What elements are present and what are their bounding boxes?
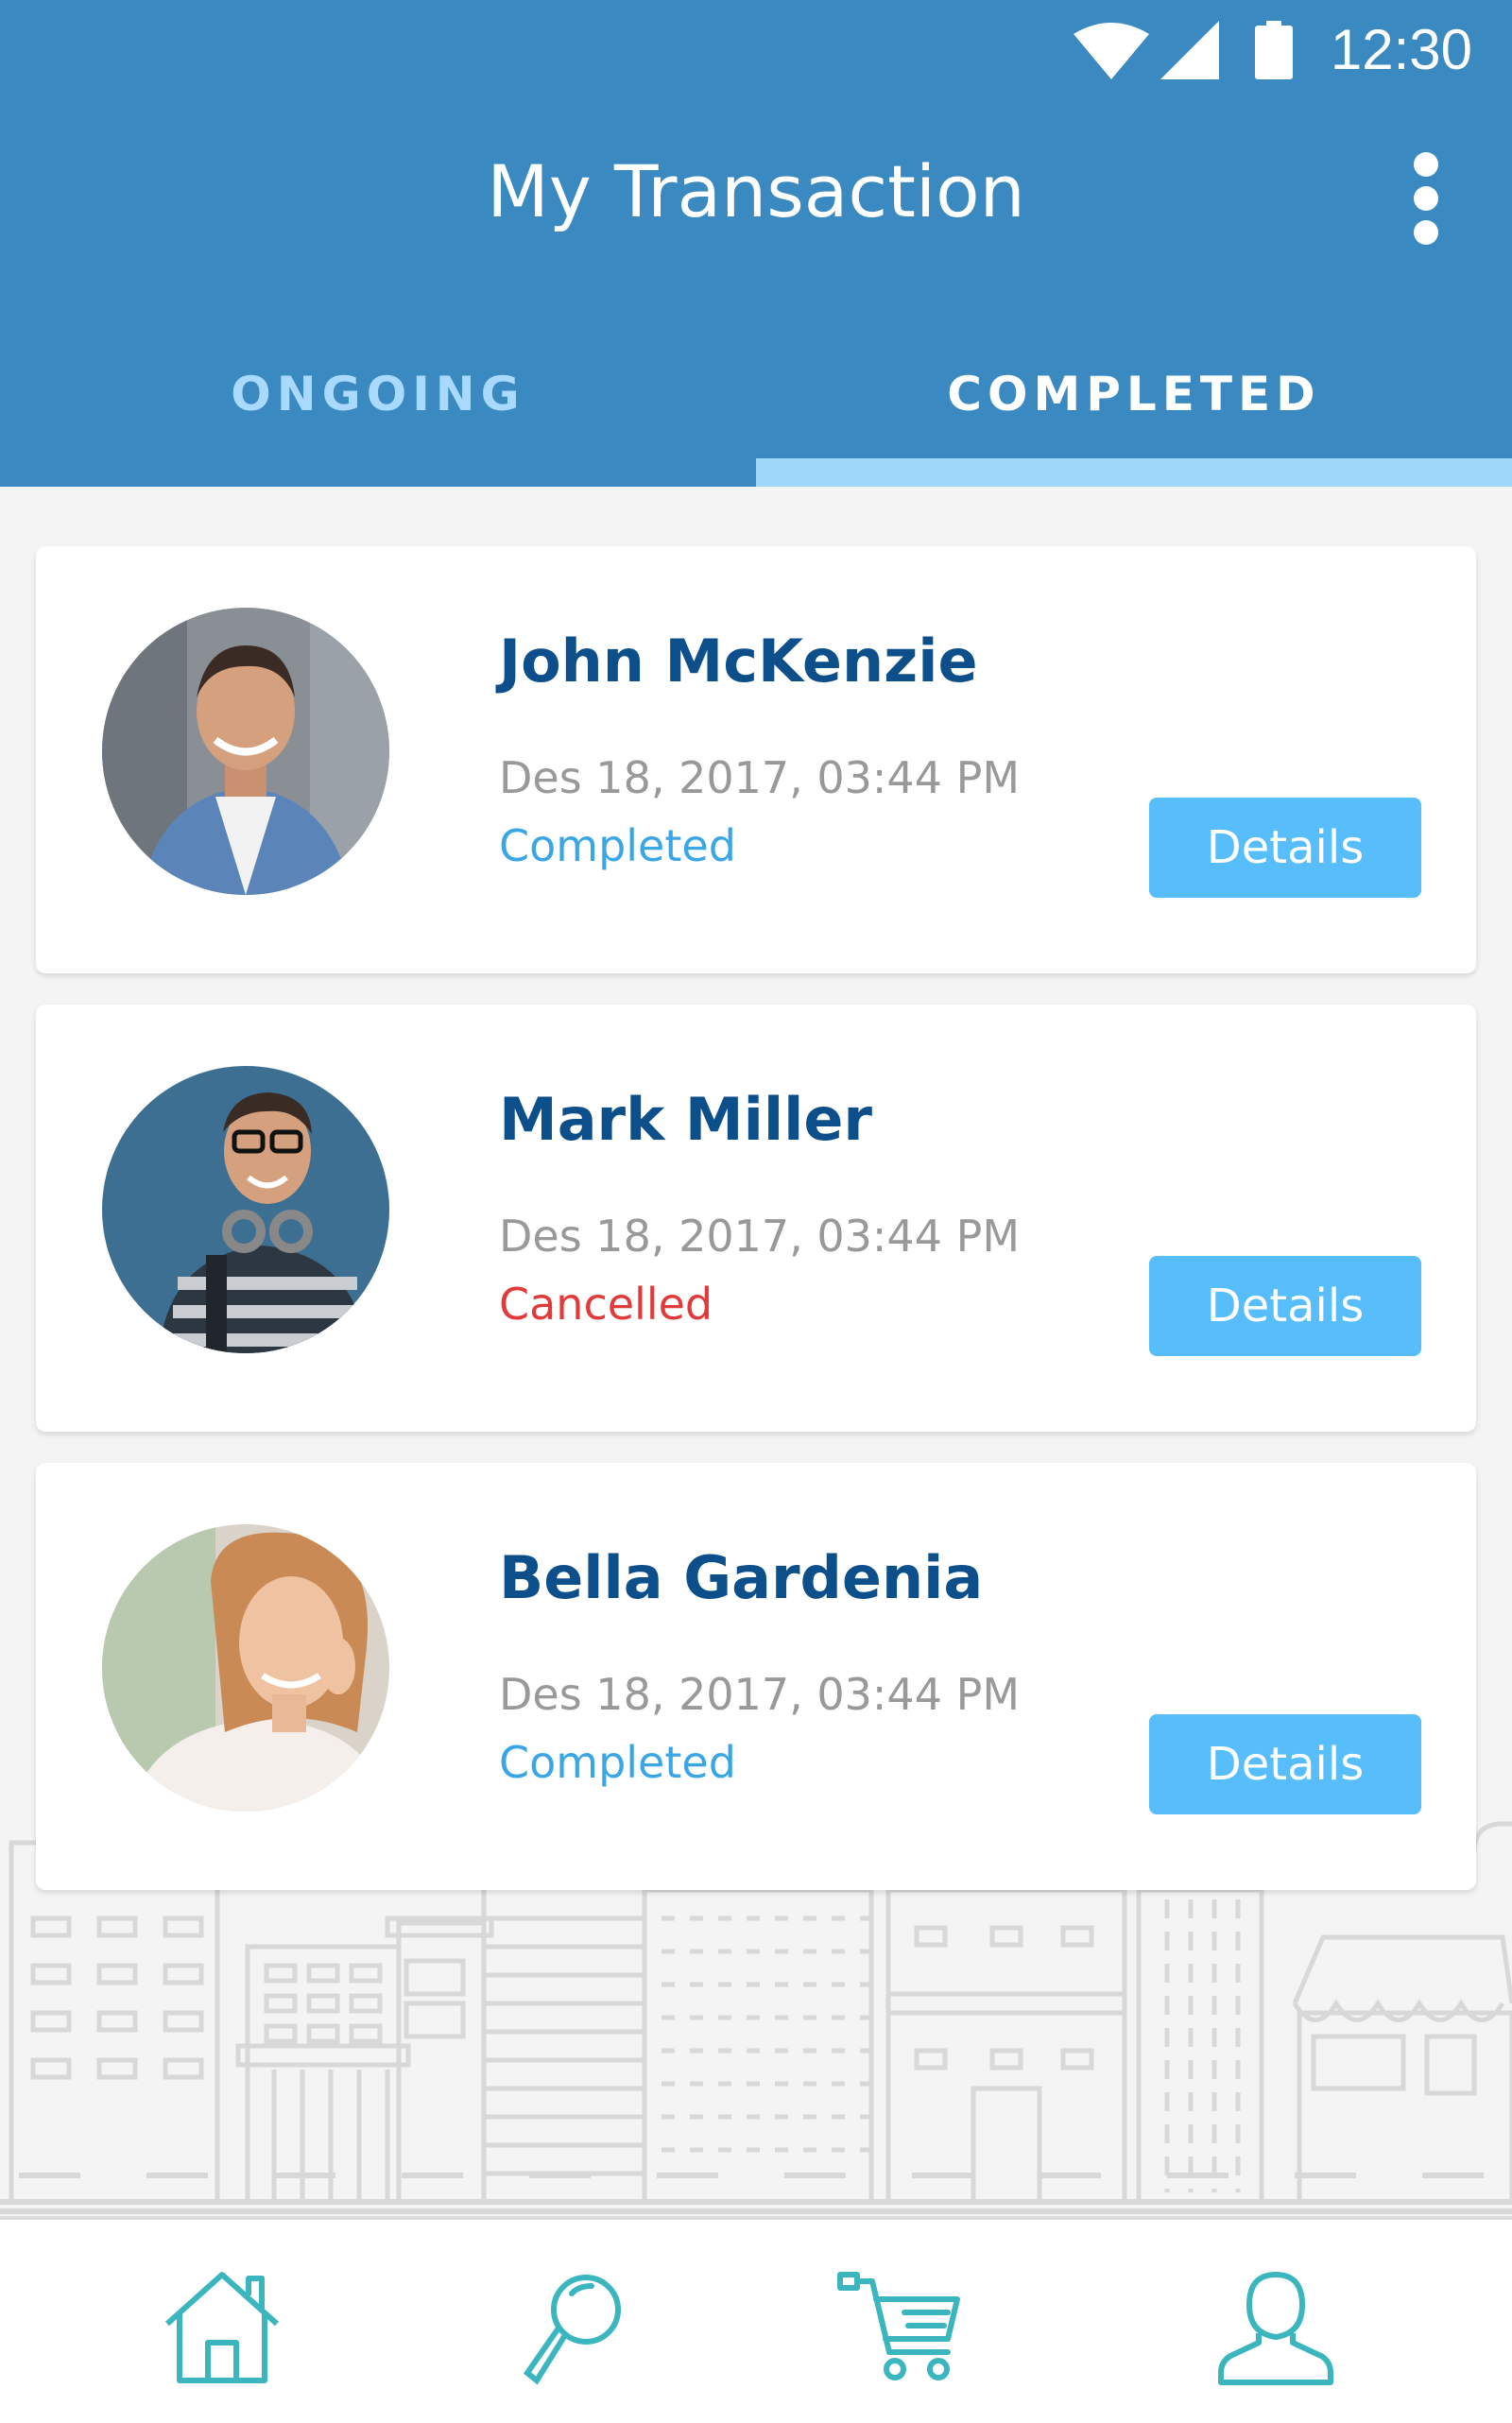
- transaction-card: Bella Gardenia Des 18, 2017, 03:44 PM Co…: [36, 1463, 1476, 1890]
- road-illustration: [0, 2173, 1512, 2214]
- transaction-card: John McKenzie Des 18, 2017, 03:44 PM Com…: [36, 546, 1476, 973]
- details-button[interactable]: Details: [1149, 1256, 1421, 1356]
- transaction-status: Completed: [499, 1737, 736, 1788]
- tab-completed[interactable]: COMPLETED: [756, 335, 1512, 454]
- transaction-date: Des 18, 2017, 03:44 PM: [499, 752, 1021, 803]
- customer-name: Mark Miller: [499, 1085, 873, 1154]
- avatar: [102, 1066, 389, 1353]
- signal-icon: [1160, 21, 1219, 79]
- details-button[interactable]: Details: [1149, 1714, 1421, 1814]
- transaction-card: Mark Miller Des 18, 2017, 03:44 PM Cance…: [36, 1005, 1476, 1432]
- search-icon: [523, 2275, 621, 2385]
- transaction-status: Completed: [499, 820, 736, 871]
- wifi-icon: [1074, 23, 1149, 79]
- avatar: [102, 1524, 389, 1812]
- status-bar: 12:30: [0, 0, 1512, 104]
- details-button[interactable]: Details: [1149, 798, 1421, 898]
- active-tab-indicator: [756, 458, 1512, 487]
- customer-name: Bella Gardenia: [499, 1543, 984, 1612]
- avatar: [102, 608, 389, 895]
- tab-ongoing[interactable]: ONGOING: [0, 335, 756, 454]
- cart-icon: [837, 2272, 960, 2380]
- transaction-date: Des 18, 2017, 03:44 PM: [499, 1669, 1021, 1720]
- more-options-icon[interactable]: [1399, 146, 1452, 250]
- customer-name: John McKenzie: [499, 627, 978, 696]
- status-time: 12:30: [1330, 18, 1472, 81]
- battery-icon: [1255, 21, 1293, 79]
- nav-search[interactable]: [510, 2267, 643, 2390]
- app-header: 12:30 My Transaction ONGOING COMPLETED: [0, 0, 1512, 487]
- user-icon: [1218, 2272, 1333, 2385]
- transaction-status: Cancelled: [499, 1279, 713, 1330]
- home-icon: [164, 2272, 280, 2383]
- nav-profile[interactable]: [1210, 2267, 1342, 2390]
- transaction-date: Des 18, 2017, 03:44 PM: [499, 1211, 1021, 1262]
- page-title: My Transaction: [487, 149, 1025, 233]
- nav-home[interactable]: [156, 2267, 288, 2390]
- bottom-navigation: [0, 2216, 1512, 2423]
- nav-cart[interactable]: [836, 2267, 969, 2390]
